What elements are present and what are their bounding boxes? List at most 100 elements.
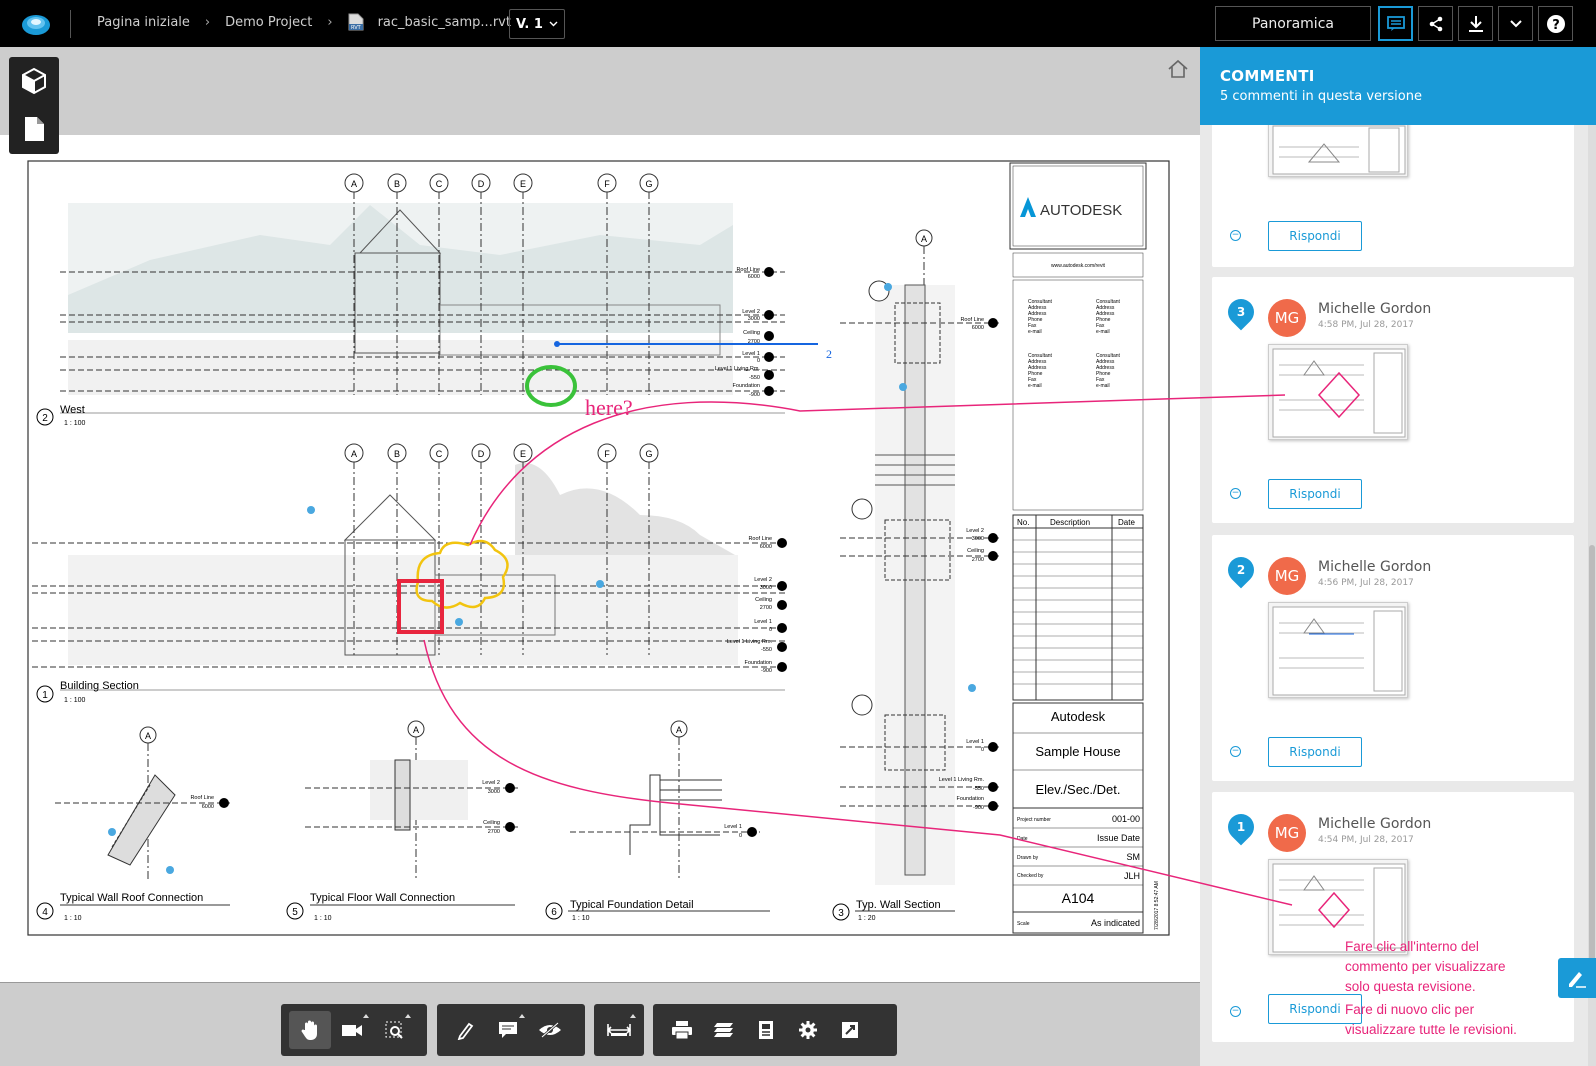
hide-markups-button[interactable] [529, 1011, 571, 1049]
level-value: 0 [739, 833, 742, 839]
level-label: Ceiling [743, 330, 760, 336]
timestamp-stamp: 7/28/2017 8:52:47 AM [1154, 881, 1160, 930]
comment-card[interactable]: 3 MG Michelle Gordon 4:58 PM, Jul 28, 20… [1212, 277, 1574, 523]
sign-button[interactable] [1558, 958, 1596, 998]
markup-button[interactable] [445, 1011, 487, 1049]
fullscreen-icon [842, 1022, 858, 1038]
callout-line: solo questa revisione. [1345, 979, 1476, 994]
scrollbar[interactable] [1588, 125, 1596, 1066]
brand-url: www.autodesk.com/revit [1051, 263, 1106, 269]
comment-thumbnail[interactable] [1268, 121, 1408, 177]
tb-label: Project number [1017, 817, 1051, 823]
settings-toolbar [653, 1004, 897, 1056]
avatar: MG [1268, 557, 1306, 595]
level-label: Foundation [744, 660, 772, 666]
collapse-icon[interactable]: − [1230, 488, 1241, 499]
scrollbar-thumb[interactable] [1589, 545, 1595, 995]
level-label: Level 1 Living Rm. [939, 777, 985, 783]
view-number: 4 [42, 907, 48, 918]
drawing-svg: A B C D E F G Roof Line 6000 Level 2 300… [27, 160, 1170, 936]
callout-line: Fare clic all'interno del [1345, 939, 1479, 954]
markup-text-here[interactable]: here? [585, 395, 633, 420]
comment-button[interactable] [487, 1011, 529, 1049]
viewer-canvas[interactable]: A B C D E F G Roof Line 6000 Level 2 300… [0, 47, 1200, 1066]
collapse-icon[interactable]: − [1230, 746, 1241, 757]
company-name: Autodesk [1051, 709, 1106, 724]
level-value: 0 [981, 747, 984, 753]
grid-label: G [645, 449, 652, 459]
help-button[interactable]: ? [1538, 6, 1573, 41]
reply-button[interactable]: Rispondi [1268, 479, 1362, 509]
level-label: Roof Line [190, 795, 214, 801]
view-scale: 1 : 10 [64, 915, 82, 922]
settings-button[interactable] [787, 1011, 829, 1049]
rvt-file-icon: RVT [348, 13, 364, 31]
brand-name: AUTODESK [1040, 202, 1122, 219]
collapse-icon[interactable]: − [1230, 230, 1241, 241]
sheet-icon [25, 117, 44, 141]
consultant-label: e-mail [1096, 383, 1110, 389]
download-button[interactable] [1458, 6, 1493, 41]
comments-toggle-button[interactable] [1378, 6, 1413, 41]
view-title: Typical Foundation Detail [570, 899, 694, 911]
comments-title: COMMENTI [1220, 67, 1315, 85]
level-label: Foundation [956, 796, 984, 802]
reply-button[interactable]: Rispondi [1268, 221, 1362, 251]
view-number: 1 [42, 690, 48, 701]
comment-thumbnail[interactable] [1268, 344, 1408, 440]
version-select[interactable]: V. 1 [509, 9, 565, 39]
grid-label: F [604, 449, 610, 459]
home-icon[interactable] [1167, 59, 1189, 79]
reply-button[interactable]: Rispondi [1268, 737, 1362, 767]
thumbnail-drawing [1272, 606, 1406, 696]
grid-label: A [676, 725, 682, 735]
view-mode-button[interactable]: Panoramica [1215, 6, 1371, 41]
properties-button[interactable] [745, 1011, 787, 1049]
measure-icon [607, 1024, 631, 1036]
level-label: Level 2 [742, 309, 760, 315]
camera-button[interactable] [331, 1011, 373, 1049]
grid-label: C [436, 449, 443, 459]
share-icon [1429, 16, 1442, 31]
layers-icon [714, 1023, 733, 1037]
collapse-icon[interactable]: − [1230, 1006, 1241, 1017]
more-menu-button[interactable] [1498, 6, 1533, 41]
view-scale: 1 : 20 [858, 915, 876, 922]
level-label: Level 1 Living Rm. [715, 366, 761, 372]
markup-number[interactable]: 2 [826, 347, 832, 361]
comment-number-pin: 1 [1222, 808, 1260, 846]
crumb-file[interactable]: rac_basic_samp...rvt [378, 15, 511, 30]
level-value: 6000 [972, 325, 984, 331]
comment-thumbnail[interactable] [1268, 602, 1408, 698]
layers-button[interactable] [703, 1011, 745, 1049]
print-button[interactable] [661, 1011, 703, 1049]
level-label: Ceiling [967, 548, 984, 554]
level-value: 3000 [972, 536, 984, 542]
fit-view-button[interactable] [373, 1011, 415, 1049]
crumb-home[interactable]: Pagina iniziale [97, 15, 190, 30]
share-button[interactable] [1418, 6, 1453, 41]
callout-text-2: Fare di nuovo clic per visualizzare tutt… [1345, 1000, 1545, 1040]
view-title: West [60, 404, 85, 416]
crumb-project[interactable]: Demo Project [225, 15, 312, 30]
west-elevation [60, 203, 785, 414]
level-value: 2700 [972, 557, 984, 563]
measure-button[interactable] [598, 1011, 640, 1049]
grid-label: A [351, 179, 357, 189]
pan-button[interactable] [289, 1011, 331, 1049]
view-scale: 1 : 100 [64, 697, 86, 704]
app-logo-icon[interactable] [20, 10, 52, 38]
breadcrumb: Pagina iniziale › Demo Project › RVT rac… [97, 13, 511, 31]
view-switcher [9, 57, 59, 154]
chevron-right-icon: › [327, 14, 333, 30]
fullscreen-button[interactable] [829, 1011, 871, 1049]
2d-sheet-button[interactable] [9, 105, 59, 153]
3d-view-button[interactable] [9, 57, 59, 105]
view-title: Typical Floor Wall Connection [310, 892, 455, 904]
tb-label: Scale [1017, 921, 1030, 927]
comment-card[interactable]: 2 MG Michelle Gordon 4:56 PM, Jul 28, 20… [1212, 535, 1574, 781]
level-label: Roof Line [960, 317, 984, 323]
tb-value: As indicated [1091, 918, 1140, 928]
level-value: -550 [749, 375, 760, 381]
drawing-sheet[interactable]: A B C D E F G Roof Line 6000 Level 2 300… [0, 135, 1200, 983]
